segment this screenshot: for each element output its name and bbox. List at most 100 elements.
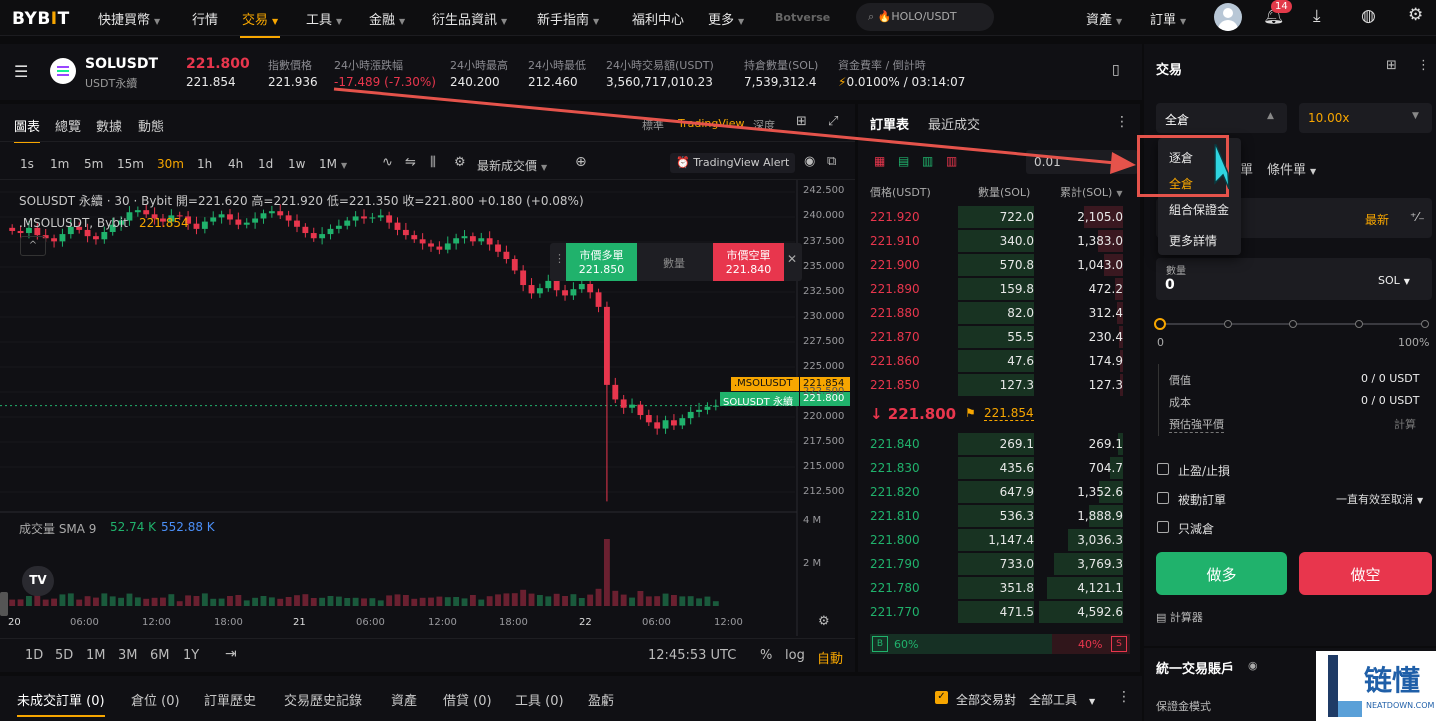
tab-loans[interactable]: 借貸 (0): [443, 690, 492, 709]
nav-orders[interactable]: 訂單 ▼: [1150, 9, 1186, 28]
ask-row[interactable]: 221.920 722.0 2,105.0: [870, 206, 1132, 228]
reduce-only-checkbox[interactable]: [1157, 521, 1169, 533]
tab-data[interactable]: 數據: [96, 116, 122, 135]
timeframe-5m[interactable]: 5m: [84, 157, 103, 171]
tab-positions[interactable]: 倉位 (0): [131, 690, 180, 709]
bid-row[interactable]: 221.830 435.6 704.7: [870, 457, 1132, 479]
nav-trade[interactable]: 交易 ▼: [239, 9, 281, 38]
qty-unit-select[interactable]: SOL ▼: [1378, 274, 1410, 287]
timeframe-15m[interactable]: 15m: [117, 157, 144, 171]
range-3m[interactable]: 3M: [118, 648, 138, 663]
nav-more[interactable]: 更多 ▼: [708, 9, 744, 28]
liq-price-calc[interactable]: 計算: [1394, 416, 1416, 432]
timeframe-1M[interactable]: 1M ▼: [319, 157, 347, 171]
price-type-select[interactable]: 最新成交價 ▼: [477, 157, 547, 174]
latest-price-button[interactable]: 最新: [1365, 211, 1389, 228]
close-icon[interactable]: ✕: [787, 252, 797, 266]
settings-icon[interactable]: ⚙: [454, 155, 466, 170]
tab-chart[interactable]: 圖表: [14, 116, 41, 143]
view-tradingview[interactable]: TradingView: [678, 117, 744, 130]
utc-clock[interactable]: 12:45:53 UTC: [648, 648, 736, 663]
view-both-icon[interactable]: ▦: [874, 154, 885, 168]
option-more-details[interactable]: 更多詳情: [1169, 232, 1217, 249]
short-button[interactable]: 做空: [1299, 552, 1432, 595]
timeframe-1d[interactable]: 1d: [258, 157, 273, 171]
ask-row[interactable]: 221.860 47.6 174.9: [870, 350, 1132, 372]
nav-botverse[interactable]: Botverse: [775, 11, 830, 24]
book-icon[interactable]: ▯: [1112, 62, 1120, 78]
nav-beginner-guide[interactable]: 新手指南 ▼: [537, 9, 599, 28]
margin-mode-select[interactable]: 全倉 ▲: [1156, 103, 1287, 133]
range-5d[interactable]: 5D: [55, 648, 73, 663]
tab-assets[interactable]: 資產: [391, 690, 417, 709]
bid-row[interactable]: 221.790 733.0 3,769.3: [870, 553, 1132, 575]
layout-icon[interactable]: ⊞: [796, 114, 807, 129]
view-standard[interactable]: 標準: [642, 117, 664, 133]
bid-row[interactable]: 221.770 471.5 4,592.6: [870, 601, 1132, 623]
add-icon[interactable]: ⊕: [575, 154, 587, 170]
menu-icon[interactable]: ☰: [14, 62, 28, 81]
timeframe-1h[interactable]: 1h: [197, 157, 212, 171]
nav-assets[interactable]: 資產 ▼: [1086, 9, 1122, 28]
fullscreen-icon[interactable]: ⤢: [828, 114, 838, 129]
ask-row[interactable]: 221.880 82.0 312.4: [870, 302, 1132, 324]
post-only-checkbox[interactable]: [1157, 492, 1169, 504]
tab-orderbook[interactable]: 訂單表: [870, 114, 909, 133]
option-portfolio[interactable]: 組合保證金: [1169, 201, 1229, 218]
tpsl-checkbox[interactable]: [1157, 463, 1169, 475]
tab-overview[interactable]: 總覽: [55, 116, 81, 135]
timeframe-1m[interactable]: 1m: [50, 157, 69, 171]
drag-handle-icon[interactable]: ⋮: [554, 252, 565, 265]
view-bids-icon[interactable]: ▤: [898, 154, 909, 168]
all-pairs-checkbox[interactable]: ✓: [935, 691, 948, 704]
percent-scale-toggle[interactable]: %: [760, 648, 772, 663]
ask-row[interactable]: 221.870 55.5 230.4: [870, 326, 1132, 348]
slider-mark[interactable]: [1224, 320, 1232, 328]
tab-order-history[interactable]: 訂單歷史: [204, 690, 256, 709]
tif-select[interactable]: 一直有效至取消 ▼: [1336, 491, 1423, 507]
bid-row[interactable]: 221.820 647.9 1,352.6: [870, 481, 1132, 503]
eye-icon[interactable]: ◉: [1248, 659, 1258, 672]
more-icon[interactable]: ⋮: [1417, 58, 1430, 73]
view-asks-icon[interactable]: ▥: [946, 154, 957, 168]
log-scale-toggle[interactable]: log: [785, 648, 805, 663]
tab-market-order[interactable]: 單: [1240, 159, 1253, 178]
indicator-icon[interactable]: ∿: [382, 155, 393, 170]
timeframe-30m[interactable]: 30m: [157, 157, 184, 171]
market-long-button[interactable]: 市價多單 221.850: [566, 243, 637, 281]
bid-row[interactable]: 221.810 536.3 1,888.9: [870, 505, 1132, 527]
qty-slider-handle[interactable]: [1154, 318, 1166, 330]
market-short-button[interactable]: 市價空單 221.840: [713, 243, 784, 281]
bid-row[interactable]: 221.800 1,147.4 3,036.3: [870, 529, 1132, 551]
more-icon[interactable]: ⋮: [1117, 689, 1131, 705]
search-input[interactable]: ⌕ 🔥HOLO/USDT: [856, 3, 994, 31]
collapse-icon[interactable]: ^: [20, 236, 46, 256]
slider-mark[interactable]: [1289, 320, 1297, 328]
chart-settings-icon[interactable]: ⚙: [818, 614, 830, 629]
view-depth[interactable]: 深度: [753, 117, 775, 133]
view-buys-icon[interactable]: ▥: [922, 154, 933, 168]
timeframe-1s[interactable]: 1s: [20, 157, 34, 171]
quick-qty-input[interactable]: 數量: [663, 255, 685, 271]
auto-scale-toggle[interactable]: 自動: [817, 648, 843, 667]
qty-field[interactable]: 數量 0 SOL ▼: [1156, 258, 1432, 300]
tab-trade-history[interactable]: 交易歷史記錄: [284, 690, 362, 709]
slider-mark[interactable]: [1355, 320, 1363, 328]
ask-row[interactable]: 221.850 127.3 127.3: [870, 374, 1132, 396]
tab-open-orders[interactable]: 未成交訂單 (0): [17, 690, 105, 717]
ask-row[interactable]: 221.900 570.8 1,043.0: [870, 254, 1132, 276]
compare-icon[interactable]: ⇋: [405, 155, 416, 170]
tab-tools[interactable]: 工具 (0): [515, 690, 564, 709]
download-icon[interactable]: ⤓: [1313, 6, 1321, 26]
tab-pnl[interactable]: 盈虧: [588, 690, 614, 709]
nav-tools[interactable]: 工具 ▼: [306, 9, 342, 28]
range-1y[interactable]: 1Y: [183, 648, 199, 663]
more-icon[interactable]: ⋮: [1115, 114, 1129, 130]
expand-icon[interactable]: ⧉: [827, 154, 836, 169]
swap-icon[interactable]: ⁺⁄₋: [1410, 210, 1425, 224]
globe-icon[interactable]: ◍: [1361, 6, 1376, 26]
settings-icon[interactable]: ⚙: [1408, 5, 1423, 25]
nav-markets[interactable]: 行情: [192, 9, 218, 28]
tradingview-logo[interactable]: TV: [22, 566, 54, 596]
timeframe-4h[interactable]: 4h: [228, 157, 243, 171]
